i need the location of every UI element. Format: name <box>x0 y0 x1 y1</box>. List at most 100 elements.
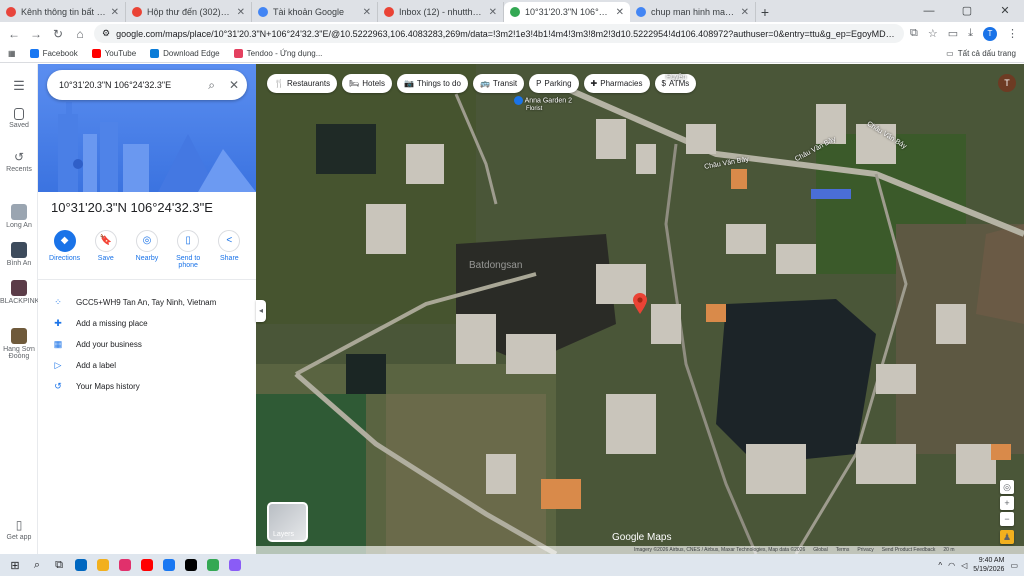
search-box[interactable]: 10°31'20.3"N 106°24'32.3"E ⌕ ✕ <box>47 70 247 100</box>
rail-saved[interactable]: Saved <box>0 108 38 129</box>
search-input[interactable]: 10°31'20.3"N 106°24'32.3"E <box>59 80 202 90</box>
hamburger-menu-icon[interactable]: ☰ <box>0 78 38 94</box>
pegman-icon[interactable]: ♟ <box>1000 530 1014 544</box>
minimize-icon[interactable]: — <box>910 0 948 22</box>
action-save[interactable]: 🔖 Save <box>87 230 125 279</box>
taskbar-app-icon[interactable] <box>160 557 178 573</box>
place-info-list: ⁘ GCC5+WH9 Tan An, Tay Ninh, Vietnam ✚ Add … <box>38 292 256 397</box>
action-directions[interactable]: ◆ Directions <box>46 230 84 279</box>
profile-avatar[interactable]: T <box>983 26 997 41</box>
taskbar-app-icon[interactable] <box>72 557 90 573</box>
place-label-anna-garden[interactable]: Anna Garden 2 <box>514 96 572 105</box>
volume-icon[interactable]: ◁ <box>961 561 967 570</box>
tab-close-icon[interactable]: ✕ <box>616 7 624 18</box>
bookmark-star-icon[interactable]: ☆ <box>928 27 938 41</box>
rail-recent-long-an[interactable]: Long An <box>0 204 38 229</box>
clock[interactable]: 9:40 AM 5/19/2026 <box>973 556 1004 574</box>
maximize-icon[interactable]: ▢ <box>948 0 986 22</box>
address-bar[interactable]: ⚙ google.com/maps/place/10°31'20.3"N+106… <box>94 24 904 43</box>
start-icon[interactable]: ⊞ <box>6 557 24 573</box>
cast-icon[interactable]: ▭ <box>948 27 958 41</box>
menu-icon[interactable]: ⋮ <box>1007 27 1018 41</box>
rail-recents[interactable]: ↺ Recents <box>0 150 38 173</box>
info-row-text: GCC5+WH9 Tan An, Tay Ninh, Vietnam <box>76 298 217 307</box>
info-row[interactable]: ↺ Your Maps history <box>38 376 256 397</box>
attribution-item[interactable]: Privacy <box>857 547 873 553</box>
back-icon[interactable]: ← <box>6 27 22 41</box>
search-taskbar-icon[interactable]: ⌕ <box>28 557 46 573</box>
browser-tab[interactable]: Kênh thông tin bất động sản ✕ <box>0 2 126 22</box>
chip-transit[interactable]: 🚌 Transit <box>472 74 525 93</box>
site-info-icon[interactable]: ⚙ <box>102 28 110 39</box>
taskbar-app-icon[interactable] <box>116 557 134 573</box>
info-row[interactable]: ✚ Add a missing place <box>38 313 256 334</box>
rail-recent-binh-an[interactable]: Bình An <box>0 242 38 267</box>
bookmark-item[interactable]: Download Edge <box>150 49 220 58</box>
zoom-out-button[interactable]: − <box>1000 512 1014 526</box>
chip-restaurants[interactable]: 🍴 Restaurants <box>267 74 338 93</box>
browser-tab[interactable]: chup man hinh may tinh - Goo ✕ <box>630 2 756 22</box>
chip-things-to-do[interactable]: 📷 Things to do <box>396 74 468 93</box>
browser-tab[interactable]: Tài khoản Google ✕ <box>252 2 378 22</box>
search-icon[interactable]: ⌕ <box>208 78 215 93</box>
apps-grid-icon[interactable]: ▦ <box>8 49 16 58</box>
taskbar-app-icon[interactable] <box>226 557 244 573</box>
rail-label: Long An <box>6 222 32 229</box>
taskbar-app-icon[interactable] <box>138 557 156 573</box>
taskbar-app-icon[interactable] <box>94 557 112 573</box>
rail-recent-blackpink[interactable]: BLACKPINK... <box>0 280 45 305</box>
attribution-item[interactable]: 20 m <box>943 547 954 553</box>
satellite-map[interactable]: 🍴 Restaurants 🛏 Hotels 📷 Things to do 🚌 Transit… <box>256 64 1024 554</box>
app-tile <box>97 559 109 571</box>
chip-pharmacies[interactable]: ✚ Pharmacies <box>583 74 650 93</box>
tab-favicon-icon <box>384 7 394 17</box>
rail-get-app[interactable]: ▯ Get app <box>0 518 38 541</box>
tab-close-icon[interactable]: ✕ <box>489 7 497 18</box>
notification-icon[interactable]: ▭ <box>1010 561 1018 570</box>
download-icon[interactable]: ⤓ <box>968 27 973 41</box>
taskbar-app-icon[interactable] <box>182 557 200 573</box>
location-pin-icon[interactable] <box>632 292 648 314</box>
all-bookmarks[interactable]: ▭ Tất cả dấu trang <box>946 49 1016 58</box>
attribution-item[interactable]: Terms <box>836 547 850 553</box>
tab-close-icon[interactable]: ✕ <box>237 7 245 18</box>
browser-tab[interactable]: Hộp thư đến (302) - tranhutr ✕ <box>126 2 252 22</box>
forward-icon[interactable]: → <box>28 27 44 41</box>
action-send-to-phone[interactable]: ▯ Send to phone <box>169 230 207 279</box>
layers-button[interactable]: Layers <box>267 502 308 542</box>
zoom-in-button[interactable]: + <box>1000 496 1014 510</box>
taskbar-app-icon[interactable] <box>204 557 222 573</box>
browser-tab[interactable]: Inbox (12) - nhutthanhnt496@ ✕ <box>378 2 504 22</box>
attribution-item[interactable]: Global <box>813 547 827 553</box>
tab-close-icon[interactable]: ✕ <box>741 7 749 18</box>
account-avatar[interactable]: T <box>998 74 1016 92</box>
collapse-panel-button[interactable]: ◂ <box>256 300 266 322</box>
task-view-icon[interactable]: ⧉ <box>50 557 68 573</box>
close-window-icon[interactable]: ✕ <box>986 0 1024 22</box>
info-row[interactable]: ▦ Add your business <box>38 334 256 355</box>
url-text[interactable]: google.com/maps/place/10°31'20.3"N+106°2… <box>116 29 896 39</box>
bookmark-item[interactable]: Tendoo - Ứng dụng... <box>233 49 322 58</box>
info-row[interactable]: ▷ Add a label <box>38 355 256 376</box>
tab-close-icon[interactable]: ✕ <box>363 7 371 18</box>
my-location-icon[interactable]: ◎ <box>1000 480 1014 494</box>
action-share[interactable]: < Share <box>210 230 248 279</box>
install-icon[interactable]: ⧉ <box>910 27 918 41</box>
bookmark-item[interactable]: YouTube <box>91 49 136 58</box>
action-nearby[interactable]: ◎ Nearby <box>128 230 166 279</box>
bookmark-item[interactable]: Facebook <box>29 49 78 58</box>
pinned-apps <box>72 557 244 573</box>
chip-hotels[interactable]: 🛏 Hotels <box>342 74 392 93</box>
close-icon[interactable]: ✕ <box>229 78 239 92</box>
rail-recent-hang-son-doong[interactable]: Hang Sơn Đoòng <box>0 328 38 360</box>
new-tab-button[interactable]: + <box>756 2 774 22</box>
tab-close-icon[interactable]: ✕ <box>111 7 119 18</box>
attribution-item[interactable]: Send Product Feedback <box>882 547 936 553</box>
reload-icon[interactable]: ↻ <box>50 27 66 41</box>
chevron-up-icon[interactable]: ^ <box>938 561 942 570</box>
browser-tab[interactable]: 10°31'20.3"N 106°24'32.3"E - G ✕ <box>504 2 630 22</box>
home-icon[interactable]: ⌂ <box>72 27 88 41</box>
folder-icon: ▭ <box>946 49 954 58</box>
wifi-icon[interactable]: ◠ <box>948 561 955 570</box>
chip-parking[interactable]: P Parking <box>529 74 579 93</box>
